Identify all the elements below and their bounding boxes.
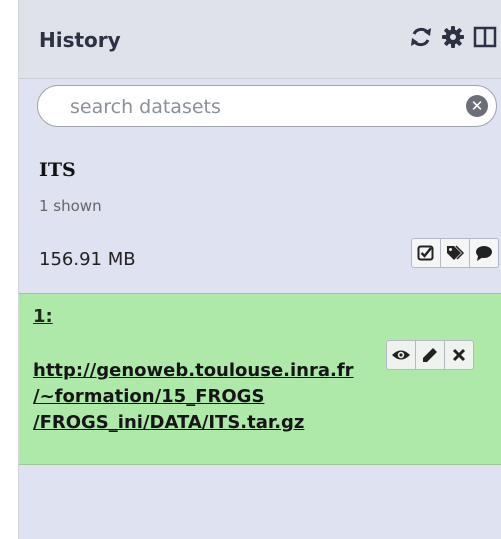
history-name[interactable]: ITS [39, 159, 76, 181]
history-size: 156.91 MB [39, 249, 136, 270]
dataset-hid[interactable]: 1: [33, 306, 53, 327]
gear-icon[interactable] [440, 22, 466, 52]
dataset-title-line[interactable]: /FROGS_ini/DATA/ITS.tar.gz [33, 410, 493, 436]
history-header: History [19, 0, 501, 79]
search-input[interactable] [68, 93, 452, 121]
tags-icon[interactable] [441, 239, 470, 267]
history-actions [411, 238, 499, 268]
dataset-title-line[interactable]: /~formation/15_FROGS [33, 384, 493, 410]
refresh-icon[interactable] [408, 22, 434, 52]
columns-icon[interactable] [472, 22, 498, 52]
history-panel: History search datasets ✕ ITS 1 shown 15… [18, 0, 501, 539]
comment-icon[interactable] [470, 239, 498, 267]
dataset-title[interactable]: http://genoweb.toulouse.inra.fr /~format… [33, 358, 493, 436]
shown-count: 1 shown [39, 197, 102, 215]
header-icon-bar [408, 22, 498, 52]
clear-search-icon[interactable]: ✕ [466, 95, 488, 117]
panel-title: History [39, 28, 121, 52]
dataset-title-line[interactable]: http://genoweb.toulouse.inra.fr [33, 358, 493, 384]
check-square-icon[interactable] [412, 239, 441, 267]
search-box: ✕ [37, 85, 497, 127]
